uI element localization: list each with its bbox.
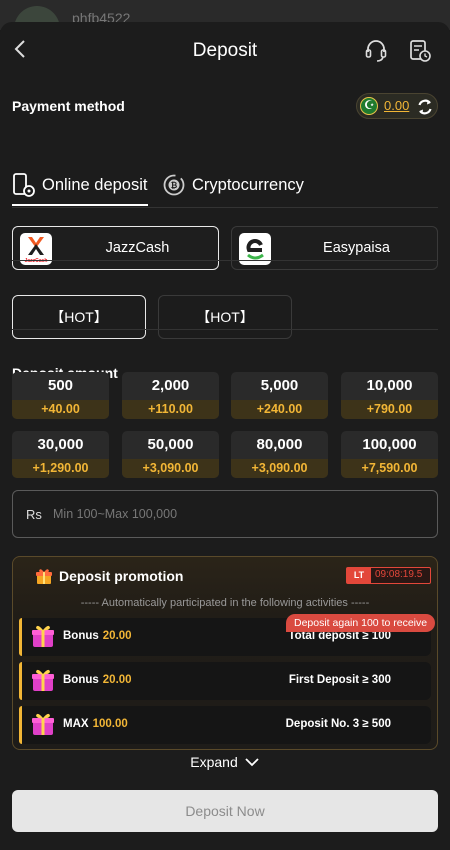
promotion-item-condition: First Deposit ≥ 300 [288,674,391,686]
amount-bonus: +3,090.00 [231,459,328,478]
promotion-item-condition: Deposit No. 3 ≥ 500 [285,718,391,730]
headset-icon[interactable] [364,38,388,64]
deposit-promotion-panel: Deposit promotion LT 09:08:19.5 ----- Au… [12,556,438,750]
amount-value: 30,000 [37,436,84,453]
gift-icon [36,569,52,584]
lt-badge: LT [347,568,371,583]
amount-bonus: +1,290.00 [12,459,109,478]
balance-value: 0.00 [384,98,410,113]
amount-option[interactable]: 2,000 +110.00 [122,372,219,419]
promotion-item-label: MAX [63,718,89,730]
channel-easypaisa-label: Easypaisa [323,240,390,256]
amount-option[interactable]: 100,000 +7,590.00 [341,431,438,478]
refresh-icon[interactable] [416,98,434,116]
gift-box-icon [32,669,54,691]
amount-value: 5,000 [260,377,299,394]
promotion-item: MAX 100.00 Deposit No. 3 ≥ 500 [19,706,431,744]
amount-option[interactable]: 80,000 +3,090.00 [231,431,328,478]
amount-bonus: +790.00 [341,400,438,419]
gift-box-icon [32,713,54,735]
phone-deposit-icon [13,173,35,197]
amount-value: 80,000 [256,436,303,453]
promotion-item-amount: 100.00 [92,718,128,730]
amount-field: Rs [12,490,438,538]
amount-bonus: +40.00 [12,400,109,419]
promotion-item-name: Bonus 20.00 [63,674,132,686]
amount-option[interactable]: 500 +40.00 [12,372,109,419]
promotion-item-amount: 20.00 [102,674,132,686]
currency-prefix: Rs [26,507,42,522]
chevron-down-icon [245,758,259,767]
gift-box-icon [32,625,54,647]
promotion-item-amount: 20.00 [102,630,132,642]
deposit-again-tooltip: Deposit again 100 to receive [286,614,436,632]
amount-value: 500 [47,377,74,394]
tab-cryptocurrency[interactable]: ₿ Cryptocurrency [162,164,304,206]
payment-method-label: Payment method [12,98,125,114]
tab-online-deposit[interactable]: Online deposit [12,164,148,206]
header: Deposit [0,22,450,80]
amount-bonus: +240.00 [231,400,328,419]
history-icon[interactable] [408,38,432,64]
amount-option[interactable]: 10,000 +790.00 [341,372,438,419]
channel-jazzcash[interactable]: JazzCash JazzCash [12,226,219,270]
sub-channel-hot-2[interactable]: 【HOT】 [158,295,292,339]
amount-bonus: +7,590.00 [341,459,438,478]
promotion-header: Deposit promotion [35,567,183,585]
expand-button[interactable]: Expand [0,754,450,770]
tab-cryptocurrency-label: Cryptocurrency [192,175,304,194]
divider [12,260,438,261]
payment-tabs: Online deposit ₿ Cryptocurrency [12,164,438,208]
jazzcash-logo-text: JazzCash [25,258,48,264]
promotion-item-label: Bonus [63,674,99,686]
channel-jazzcash-label: JazzCash [105,240,170,256]
amount-input[interactable] [53,491,423,537]
channel-easypaisa[interactable]: Easypaisa [231,226,438,270]
amount-option[interactable]: 50,000 +3,090.00 [122,431,219,478]
amount-value: 50,000 [147,436,194,453]
promotion-item-name: MAX 100.00 [63,718,128,730]
amount-value: 2,000 [151,377,190,394]
expand-label: Expand [190,754,238,770]
promotion-item-label: Bonus [63,630,99,642]
amount-bonus: +3,090.00 [122,459,219,478]
promotion-item: Bonus 20.00 First Deposit ≥ 300 [19,662,431,700]
amount-bonus: +110.00 [122,400,219,419]
bitcoin-icon: ₿ [163,174,185,196]
balance-pill: 0.00 [356,93,438,119]
limited-time-countdown: LT 09:08:19.5 [346,567,431,584]
deposit-sheet: Deposit Payment method 0.00 [0,22,450,850]
promotion-subtitle: ----- Automatically participated in the … [80,597,370,609]
tab-online-deposit-label: Online deposit [42,175,148,194]
promotion-item-name: Bonus 20.00 [63,630,132,642]
amount-option[interactable]: 5,000 +240.00 [231,372,328,419]
pakistan-flag-icon [360,97,378,115]
amount-option[interactable]: 30,000 +1,290.00 [12,431,109,478]
divider [12,329,438,330]
countdown-time: 09:08:19.5 [375,569,423,580]
svg-text:₿: ₿ [171,181,178,190]
amount-value: 10,000 [366,377,413,394]
promotion-title: Deposit promotion [59,568,184,584]
deposit-now-button[interactable]: Deposit Now [12,790,438,832]
sub-channel-hot-1[interactable]: 【HOT】 [12,295,146,339]
amount-value: 100,000 [362,436,417,453]
